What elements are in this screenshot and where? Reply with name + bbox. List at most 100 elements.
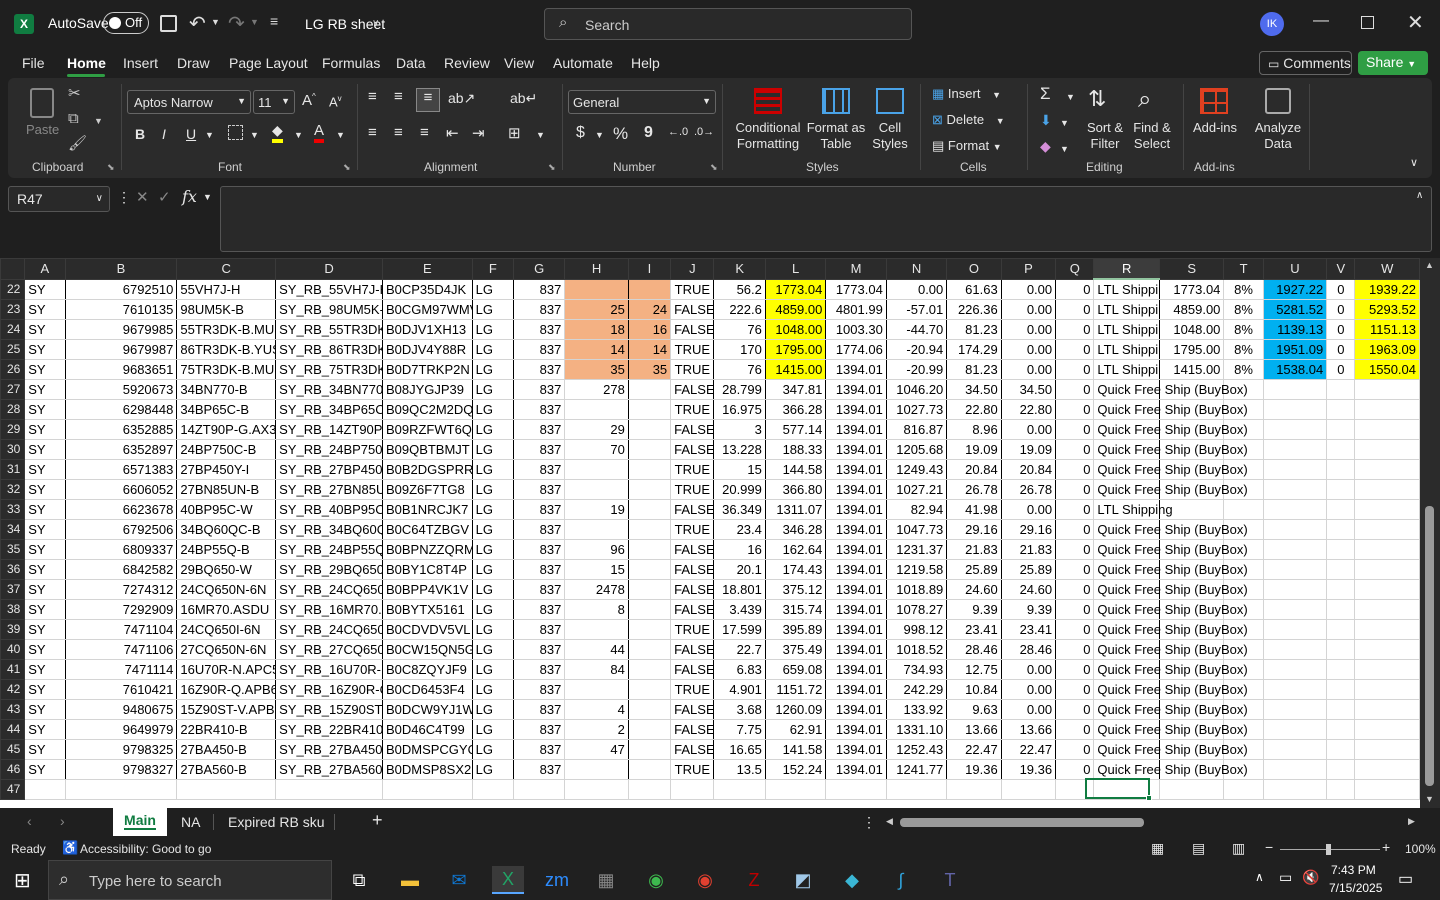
cell-g43[interactable]: 837: [512, 699, 566, 720]
cell-b30[interactable]: 6352897: [64, 439, 178, 460]
cut-icon[interactable]: ✂: [68, 84, 81, 102]
cell-e28[interactable]: B09QC2M2DQ: [381, 399, 473, 420]
cell-a25[interactable]: SY: [24, 339, 66, 360]
cell-v22[interactable]: 0: [1326, 278, 1356, 300]
customize-qat-icon[interactable]: ≡: [270, 13, 278, 29]
cell-q28[interactable]: 0: [1055, 399, 1095, 420]
cell-h26[interactable]: 35: [564, 359, 629, 380]
sheet-tab-na[interactable]: NA: [181, 814, 200, 830]
undo-dropdown-icon[interactable]: ▼: [211, 17, 220, 27]
cell-p45[interactable]: 22.47: [1000, 739, 1057, 760]
cell-v27[interactable]: [1326, 379, 1356, 400]
cell-r23[interactable]: LTL Shippi: [1093, 299, 1160, 320]
cell-l41[interactable]: 659.08: [764, 659, 827, 680]
column-header-q[interactable]: Q: [1055, 258, 1095, 280]
cell-i34[interactable]: [627, 519, 672, 540]
cell-c23[interactable]: 98UM5K-B: [176, 299, 277, 320]
cell-o28[interactable]: 22.80: [946, 399, 1002, 420]
cell-p34[interactable]: 29.16: [1000, 519, 1057, 540]
cell-l47[interactable]: [764, 779, 827, 800]
cell-d24[interactable]: SY_RB_55TR3DK-B: [275, 319, 383, 340]
cell-m47[interactable]: [825, 779, 887, 800]
cell-u23[interactable]: 5281.52: [1262, 299, 1328, 320]
next-sheet-icon[interactable]: ›: [60, 813, 65, 829]
cell-n22[interactable]: 0.00: [885, 278, 948, 300]
cell-k31[interactable]: 15: [713, 459, 766, 480]
cell-e34[interactable]: B0C64TZBGV: [381, 519, 473, 540]
cell-a43[interactable]: SY: [24, 699, 66, 720]
cell-d33[interactable]: SY_RB_40BP95C-W: [275, 499, 383, 520]
cell-k33[interactable]: 36.349: [713, 499, 766, 520]
column-header-n[interactable]: N: [885, 258, 948, 280]
cell-d43[interactable]: SY_RB_15Z90ST-V: [275, 699, 383, 720]
zoom-slider[interactable]: [1280, 844, 1380, 855]
cell-j25[interactable]: TRUE: [670, 339, 715, 360]
cell-d40[interactable]: SY_RB_27CQ650N: [275, 639, 383, 660]
row-header[interactable]: 43: [0, 699, 26, 720]
column-header-l[interactable]: L: [764, 258, 827, 280]
cell-u38[interactable]: [1262, 599, 1328, 620]
row-header[interactable]: 35: [0, 539, 26, 560]
cell-l42[interactable]: 1151.72: [764, 679, 827, 700]
cell-r24[interactable]: LTL Shippi: [1093, 319, 1160, 340]
cell-j32[interactable]: TRUE: [670, 479, 715, 500]
cell-a41[interactable]: SY: [24, 659, 66, 680]
collapse-ribbon-icon[interactable]: ∨: [1410, 156, 1418, 169]
cell-h32[interactable]: [564, 479, 629, 500]
cell-m30[interactable]: 1394.01: [825, 439, 887, 460]
select-all-corner[interactable]: [0, 258, 26, 280]
cell-w30[interactable]: [1354, 439, 1420, 460]
cell-n31[interactable]: 1249.43: [885, 459, 948, 480]
row-header[interactable]: 28: [0, 399, 26, 420]
cell-a22[interactable]: SY: [24, 278, 66, 300]
cell-o36[interactable]: 25.89: [946, 559, 1002, 580]
fill-dropdown-icon[interactable]: ▼: [1060, 118, 1069, 128]
cell-c43[interactable]: 15Z90ST-V.APB6: [176, 699, 277, 720]
cell-j36[interactable]: FALSE: [670, 559, 715, 580]
cell-b25[interactable]: 9679987: [64, 339, 178, 360]
cell-e26[interactable]: B0D7TRKP2N: [381, 359, 473, 380]
function-dropdown-icon[interactable]: ▼: [203, 192, 212, 202]
cell-q44[interactable]: 0: [1055, 719, 1095, 740]
cell-p27[interactable]: 34.50: [1000, 379, 1057, 400]
cell-h28[interactable]: [564, 399, 629, 420]
cell-k22[interactable]: 56.2: [713, 278, 766, 300]
cell-h38[interactable]: 8: [564, 599, 629, 620]
column-header-w[interactable]: W: [1354, 258, 1420, 280]
cell-v47[interactable]: [1326, 779, 1356, 800]
format-as-table-button[interactable]: Format as Table: [806, 86, 866, 154]
column-header-a[interactable]: A: [24, 258, 66, 280]
cell-n44[interactable]: 1331.10: [885, 719, 948, 740]
cell-e45[interactable]: B0DMSPCGYQ: [381, 739, 473, 760]
cell-f42[interactable]: LG: [471, 679, 514, 700]
cell-l28[interactable]: 366.28: [764, 399, 827, 420]
bold-button[interactable]: B: [135, 126, 145, 142]
cell-p35[interactable]: 21.83: [1000, 539, 1057, 560]
cell-m25[interactable]: 1774.06: [825, 339, 887, 360]
cell-l45[interactable]: 141.58: [764, 739, 827, 760]
redo-icon[interactable]: ↷: [228, 11, 245, 36]
borders-icon[interactable]: [228, 125, 243, 140]
cell-a45[interactable]: SY: [24, 739, 66, 760]
cell-j43[interactable]: FALSE: [670, 699, 715, 720]
cell-l23[interactable]: 4859.00: [764, 299, 827, 320]
cell-i40[interactable]: [627, 639, 672, 660]
cell-i47[interactable]: [627, 779, 672, 800]
cell-o41[interactable]: 12.75: [946, 659, 1002, 680]
cell-q27[interactable]: 0: [1055, 379, 1095, 400]
cell-b46[interactable]: 9798327: [64, 759, 178, 780]
cell-r45[interactable]: Quick Free Ship (BuyBox): [1093, 739, 1248, 760]
column-header-e[interactable]: E: [381, 258, 473, 280]
cell-l31[interactable]: 144.58: [764, 459, 827, 480]
cell-f47[interactable]: [471, 779, 514, 800]
cell-h33[interactable]: 19: [564, 499, 629, 520]
cell-i32[interactable]: [627, 479, 672, 500]
cell-h22[interactable]: [564, 278, 629, 300]
cell-r34[interactable]: Quick Free Ship (BuyBox): [1093, 519, 1248, 540]
cell-r29[interactable]: Quick Free Ship (BuyBox): [1093, 419, 1248, 440]
cell-r30[interactable]: Quick Free Ship (BuyBox): [1093, 439, 1248, 460]
cell-k27[interactable]: 28.799: [713, 379, 766, 400]
fill-dropdown-icon[interactable]: ▼: [294, 130, 303, 140]
cell-d27[interactable]: SY_RB_34BN770-B: [275, 379, 383, 400]
cell-r25[interactable]: LTL Shippi: [1093, 339, 1160, 360]
